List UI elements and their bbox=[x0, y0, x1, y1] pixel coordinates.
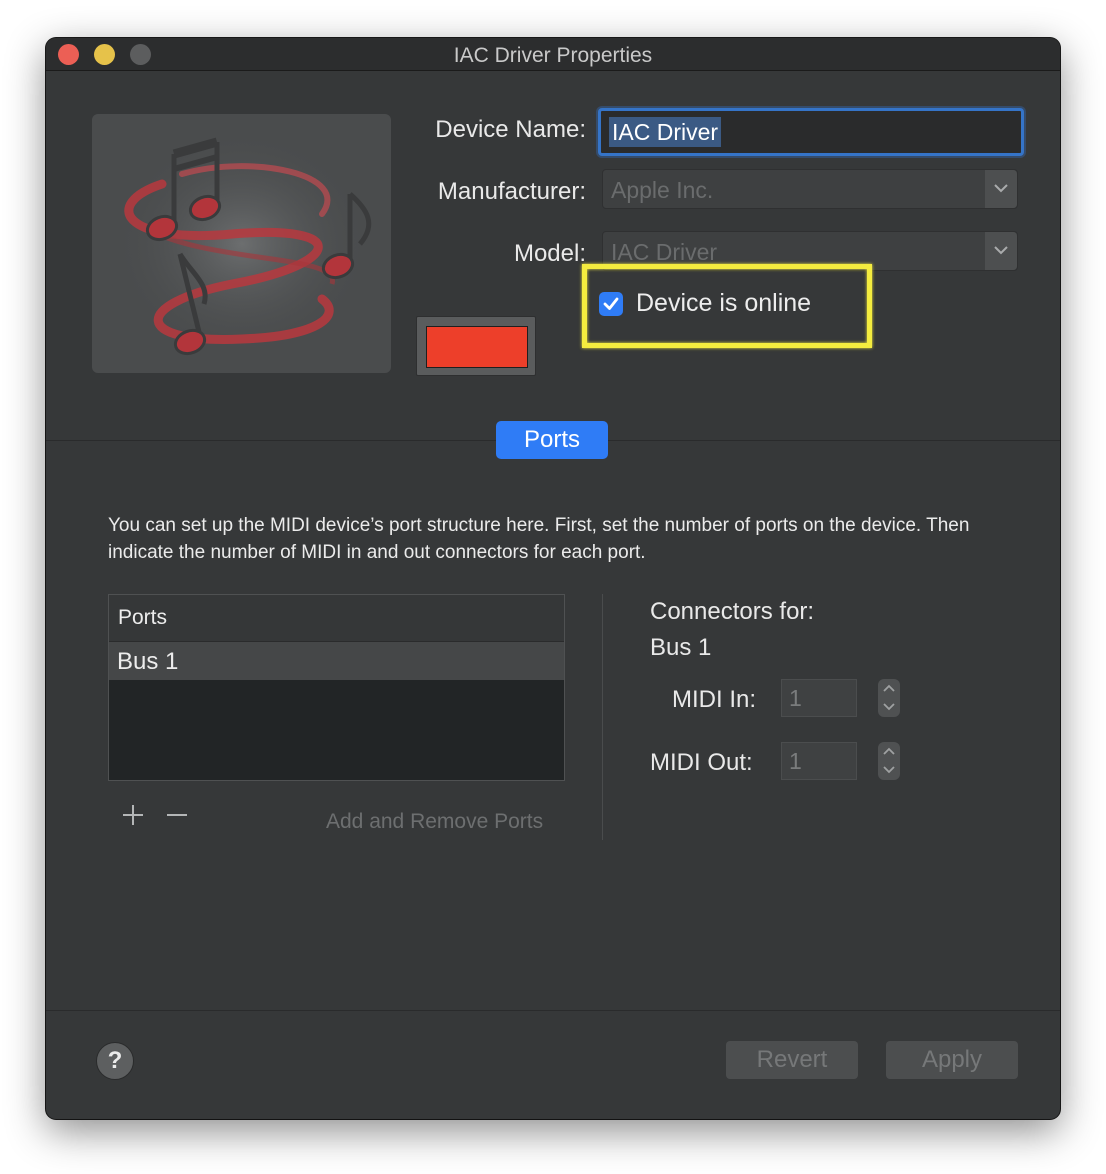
midi-notes-icon bbox=[112, 129, 372, 359]
checkbox-box[interactable] bbox=[599, 292, 623, 316]
ports-table[interactable]: Ports Bus 1 bbox=[108, 594, 565, 781]
checkmark-icon bbox=[603, 297, 619, 310]
window-title: IAC Driver Properties bbox=[453, 44, 653, 67]
midi-in-label: MIDI In: bbox=[672, 686, 757, 713]
table-row[interactable]: Bus 1 bbox=[109, 642, 564, 680]
remove-port-icon[interactable] bbox=[166, 804, 188, 826]
vertical-divider bbox=[602, 594, 603, 840]
stepper-down-icon[interactable] bbox=[883, 766, 895, 774]
device-color-well[interactable] bbox=[416, 316, 536, 376]
ports-column-header: Ports bbox=[118, 606, 168, 629]
add-remove-ports-label: Add and Remove Ports bbox=[326, 810, 544, 833]
properties-window: IAC Driver Properties Device Name: IAC D… bbox=[46, 38, 1060, 1119]
manufacturer-label: Manufacturer: bbox=[437, 178, 586, 205]
chevron-down-icon[interactable] bbox=[985, 170, 1017, 208]
footer-divider bbox=[46, 1010, 1060, 1011]
device-icon-well[interactable] bbox=[92, 114, 391, 373]
add-port-icon[interactable] bbox=[122, 804, 144, 826]
stepper-down-icon[interactable] bbox=[883, 703, 895, 711]
model-label: Model: bbox=[513, 240, 586, 267]
manufacturer-value: Apple Inc. bbox=[611, 177, 714, 203]
stepper-up-icon[interactable] bbox=[883, 747, 895, 755]
apply-button[interactable]: Apply bbox=[886, 1041, 1018, 1079]
device-name-field[interactable]: IAC Driver bbox=[598, 108, 1024, 156]
midi-out-stepper[interactable] bbox=[878, 742, 900, 780]
device-name-label: Device Name: bbox=[435, 116, 586, 143]
midi-in-field[interactable]: 1 bbox=[781, 679, 857, 717]
title-bar[interactable]: IAC Driver Properties bbox=[46, 38, 1060, 71]
color-swatch bbox=[426, 326, 528, 368]
revert-button[interactable]: Revert bbox=[726, 1041, 858, 1079]
midi-out-field[interactable]: 1 bbox=[781, 742, 857, 780]
chevron-down-icon[interactable] bbox=[985, 232, 1017, 270]
ports-table-header[interactable]: Ports bbox=[109, 595, 564, 642]
device-online-label: Device is online bbox=[636, 289, 812, 317]
tab-ports[interactable]: Ports bbox=[496, 421, 608, 459]
stepper-up-icon[interactable] bbox=[883, 684, 895, 692]
connectors-title: Connectors for: bbox=[650, 598, 815, 625]
midi-out-value: 1 bbox=[789, 748, 802, 774]
device-name-value: IAC Driver bbox=[609, 117, 722, 147]
help-button[interactable]: ? bbox=[96, 1042, 134, 1080]
port-name: Bus 1 bbox=[117, 648, 179, 675]
ports-description: You can set up the MIDI device’s port st… bbox=[108, 515, 970, 563]
connectors-port-name: Bus 1 bbox=[650, 634, 712, 661]
midi-out-label: MIDI Out: bbox=[650, 749, 753, 776]
midi-in-value: 1 bbox=[789, 685, 802, 711]
manufacturer-popup[interactable]: Apple Inc. bbox=[602, 169, 1018, 209]
midi-in-stepper[interactable] bbox=[878, 679, 900, 717]
model-value: IAC Driver bbox=[611, 239, 718, 265]
